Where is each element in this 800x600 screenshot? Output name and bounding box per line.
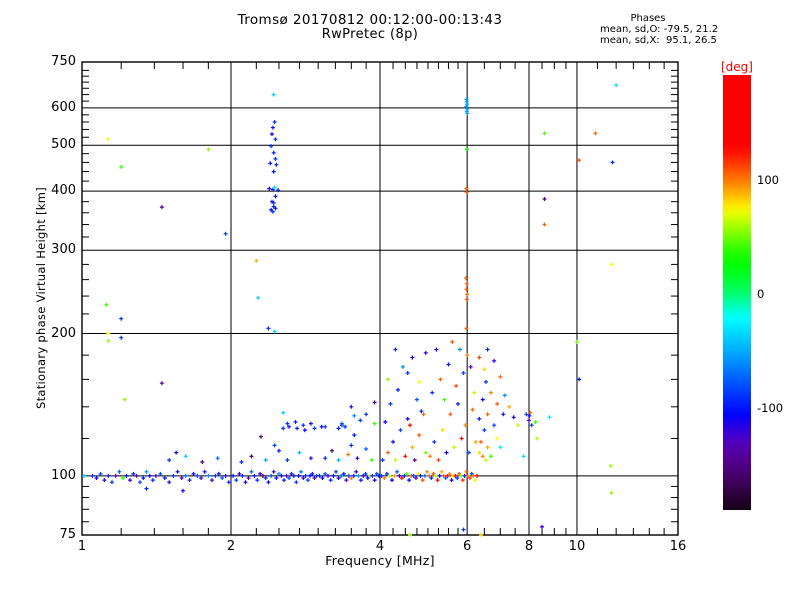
y-tick-label: 600 [51,99,76,115]
x-tick-label: 2 [226,539,236,554]
y-tick-label: 100 [51,467,76,483]
colorbar-tick-label: 0 [757,286,765,301]
y-tick-label: 400 [51,183,76,199]
colorbar-unit-label: [deg] [721,60,753,74]
y-tick-label: 75 [59,527,76,542]
y-tick-label: 750 [51,54,76,69]
scatter-points [82,83,619,537]
colorbar [723,75,751,510]
x-tick-label: 16 [669,539,687,554]
ionogram-screenshot: Tromsø 20170812 00:12:00-00:13:43 RwPret… [0,0,800,600]
x-tick-label: 8 [524,539,534,554]
y-tick-label: 300 [51,242,76,258]
x-tick-label: 6 [463,539,472,554]
colorbar-tick-label: -100 [757,400,784,415]
x-tick-label: 10 [568,539,586,554]
plot-area [81,61,679,537]
colorbar-tick-label: 100 [757,172,779,187]
y-tick-label: 200 [51,325,76,341]
y-tick-label: 500 [51,137,76,153]
x-tick-label: 4 [375,539,385,554]
